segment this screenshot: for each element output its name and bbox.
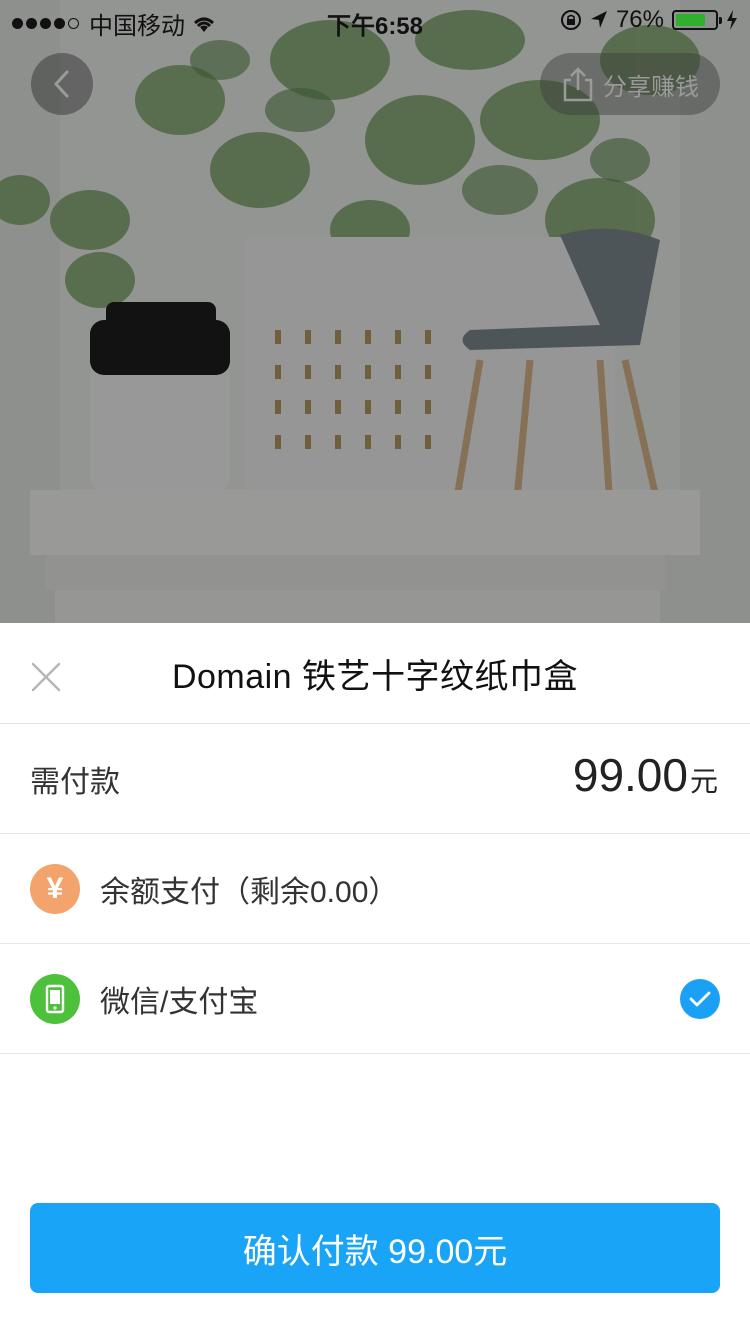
payment-method-wechat-alipay[interactable]: 微信/支付宝 <box>0 944 750 1054</box>
share-icon <box>563 67 593 102</box>
amount-display: 99.00 元 <box>573 748 718 802</box>
amount-value: 99.00 <box>572 749 688 801</box>
payment-method-label: 微信/支付宝 <box>100 985 259 1019</box>
share-label: 分享赚钱 <box>603 73 699 101</box>
yen-glyph: ¥ <box>46 871 64 905</box>
charging-icon <box>727 10 737 30</box>
phone-glyph <box>45 984 65 1013</box>
amount-label: 需付款 <box>30 765 120 799</box>
amount-row: 需付款 99.00 元 <box>0 724 750 834</box>
payment-sheet: Domain 铁艺十字纹纸巾盒 需付款 99.00 元 ¥ 余额支付（剩余0.0… <box>0 623 750 1334</box>
phone-icon <box>30 973 80 1024</box>
check-glyph <box>689 991 711 1007</box>
close-icon[interactable] <box>30 661 62 693</box>
location-icon <box>590 11 607 28</box>
status-right: 76% <box>560 6 738 34</box>
battery-percent: 76% <box>615 6 664 33</box>
sheet-header: Domain 铁艺十字纹纸巾盒 <box>0 623 750 724</box>
product-title: Domain 铁艺十字纹纸巾盒 <box>171 657 579 696</box>
yen-icon: ¥ <box>30 863 80 914</box>
battery-icon <box>672 10 722 30</box>
status-bar: 中国移动 下午6:58 76% <box>0 0 750 40</box>
confirm-payment-button[interactable]: 确认付款 99.00元 <box>30 1203 720 1293</box>
payment-method-balance[interactable]: ¥ 余额支付（剩余0.00） <box>0 834 750 944</box>
checkmark-selected-icon[interactable] <box>680 979 720 1019</box>
battery-level-fill <box>676 14 705 26</box>
chevron-left-icon <box>53 70 69 98</box>
amount-unit: 元 <box>689 766 718 797</box>
payment-method-label: 余额支付（剩余0.00） <box>100 875 399 909</box>
rotation-lock-icon <box>560 10 581 30</box>
share-earn-button[interactable]: 分享赚钱 <box>540 53 720 115</box>
back-button[interactable] <box>31 53 93 115</box>
